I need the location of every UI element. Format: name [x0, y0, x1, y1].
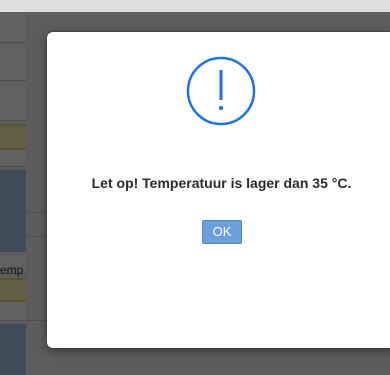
ok-button[interactable]: OK — [202, 220, 242, 244]
alert-message: Let op! Temperatuur is lager dan 35 °C. — [91, 175, 352, 191]
exclamation-circle-icon — [186, 56, 256, 126]
alert-dialog: Let op! Temperatuur is lager dan 35 °C. … — [47, 32, 390, 348]
top-band — [0, 0, 390, 12]
